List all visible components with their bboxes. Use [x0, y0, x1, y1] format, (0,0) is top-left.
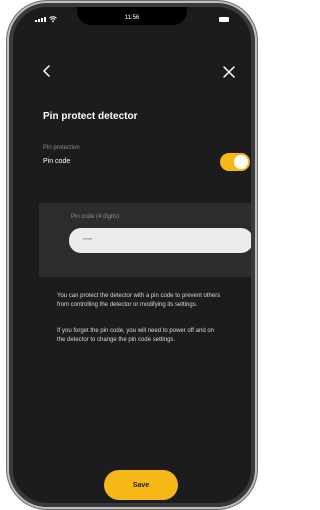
battery-icon [219, 17, 229, 22]
status-bar: 11:56 [13, 13, 251, 27]
save-button[interactable]: Save [104, 470, 178, 500]
toggle-knob [234, 155, 248, 169]
pin-code-input[interactable] [69, 228, 251, 253]
info-paragraph-1: You can protect the detector with a pin … [57, 293, 221, 308]
pin-code-toggle[interactable] [220, 153, 250, 171]
section-label: Pin protection [43, 145, 80, 151]
chevron-left-icon[interactable] [39, 63, 55, 79]
close-icon[interactable] [221, 64, 237, 80]
status-time: 11:56 [124, 15, 140, 21]
info-paragraph-2: If you forget the pin code, you will nee… [57, 328, 214, 343]
phone-frame: 11:56 Pin protect detector Pin protectio… [9, 3, 255, 507]
page-title: Pin protect detector [43, 111, 138, 122]
pin-code-field-label: Pin code (4 digits) [71, 214, 120, 220]
pin-code-label: Pin code [43, 158, 71, 165]
